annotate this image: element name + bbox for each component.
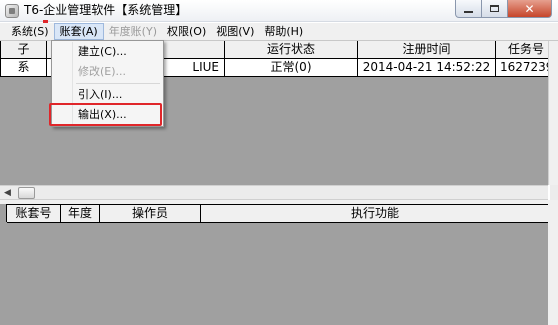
cell-subsystem: 系 xyxy=(0,59,47,77)
maximize-icon xyxy=(490,5,499,12)
close-button[interactable]: ✕ xyxy=(508,0,552,18)
column-header-account-no[interactable]: 账套号 xyxy=(7,205,61,223)
menu-item-import[interactable]: 引入(I)... xyxy=(78,85,122,105)
column-header-status[interactable]: 运行状态 xyxy=(225,41,358,59)
menu-view[interactable]: 视图(V) xyxy=(211,23,259,40)
window-title: T6-企业管理软件【系统管理】 xyxy=(24,3,188,17)
column-header-function[interactable]: 执行功能 xyxy=(201,205,549,223)
task-log-table-header: 账套号 年度 操作员 执行功能 xyxy=(6,204,549,223)
window-controls: ✕ xyxy=(455,0,552,18)
maximize-button[interactable] xyxy=(482,0,508,18)
vertical-scrollbar-bottom[interactable] xyxy=(548,204,558,325)
title-bar: T6-企业管理软件【系统管理】 ✕ xyxy=(0,0,558,22)
cell-task-id: 1627239 xyxy=(496,59,548,77)
menu-system[interactable]: 系统(S) xyxy=(6,23,54,40)
menu-year-account[interactable]: 年度账(Y) xyxy=(104,23,162,40)
app-icon[interactable] xyxy=(5,4,19,18)
vertical-scrollbar[interactable] xyxy=(548,41,558,185)
minimize-button[interactable] xyxy=(455,0,482,18)
menu-permission[interactable]: 权限(O) xyxy=(162,23,211,40)
minimize-icon xyxy=(464,10,473,13)
scrollbar-corner xyxy=(550,185,558,200)
menu-separator xyxy=(76,83,160,84)
scroll-thumb[interactable] xyxy=(18,187,35,199)
column-header-task-id[interactable]: 任务号 xyxy=(496,41,548,59)
menu-help[interactable]: 帮助(H) xyxy=(259,23,308,40)
menu-item-create[interactable]: 建立(C)... xyxy=(78,42,127,62)
export-highlight-box xyxy=(49,103,162,126)
horizontal-scrollbar[interactable]: ◀ xyxy=(0,185,548,200)
column-header-year[interactable]: 年度 xyxy=(61,205,100,223)
column-header-operator[interactable]: 操作员 xyxy=(100,205,201,223)
menu-bar: 系统(S) 账套(A) 年度账(Y) 权限(O) 视图(V) 帮助(H) xyxy=(0,23,558,41)
cell-status: 正常(0) xyxy=(225,59,358,77)
menu-item-modify[interactable]: 修改(E)... xyxy=(78,62,126,82)
task-log-panel: 账套号 年度 操作员 执行功能 xyxy=(0,204,549,325)
scroll-left-arrow-icon[interactable]: ◀ xyxy=(4,188,11,198)
menu-account-set[interactable]: 账套(A) xyxy=(53,23,104,40)
column-header-register-time[interactable]: 注册时间 xyxy=(358,41,496,59)
column-header-subsystem[interactable]: 子 xyxy=(0,41,47,59)
cell-register-time: 2014-04-21 14:52:22 xyxy=(358,59,496,77)
